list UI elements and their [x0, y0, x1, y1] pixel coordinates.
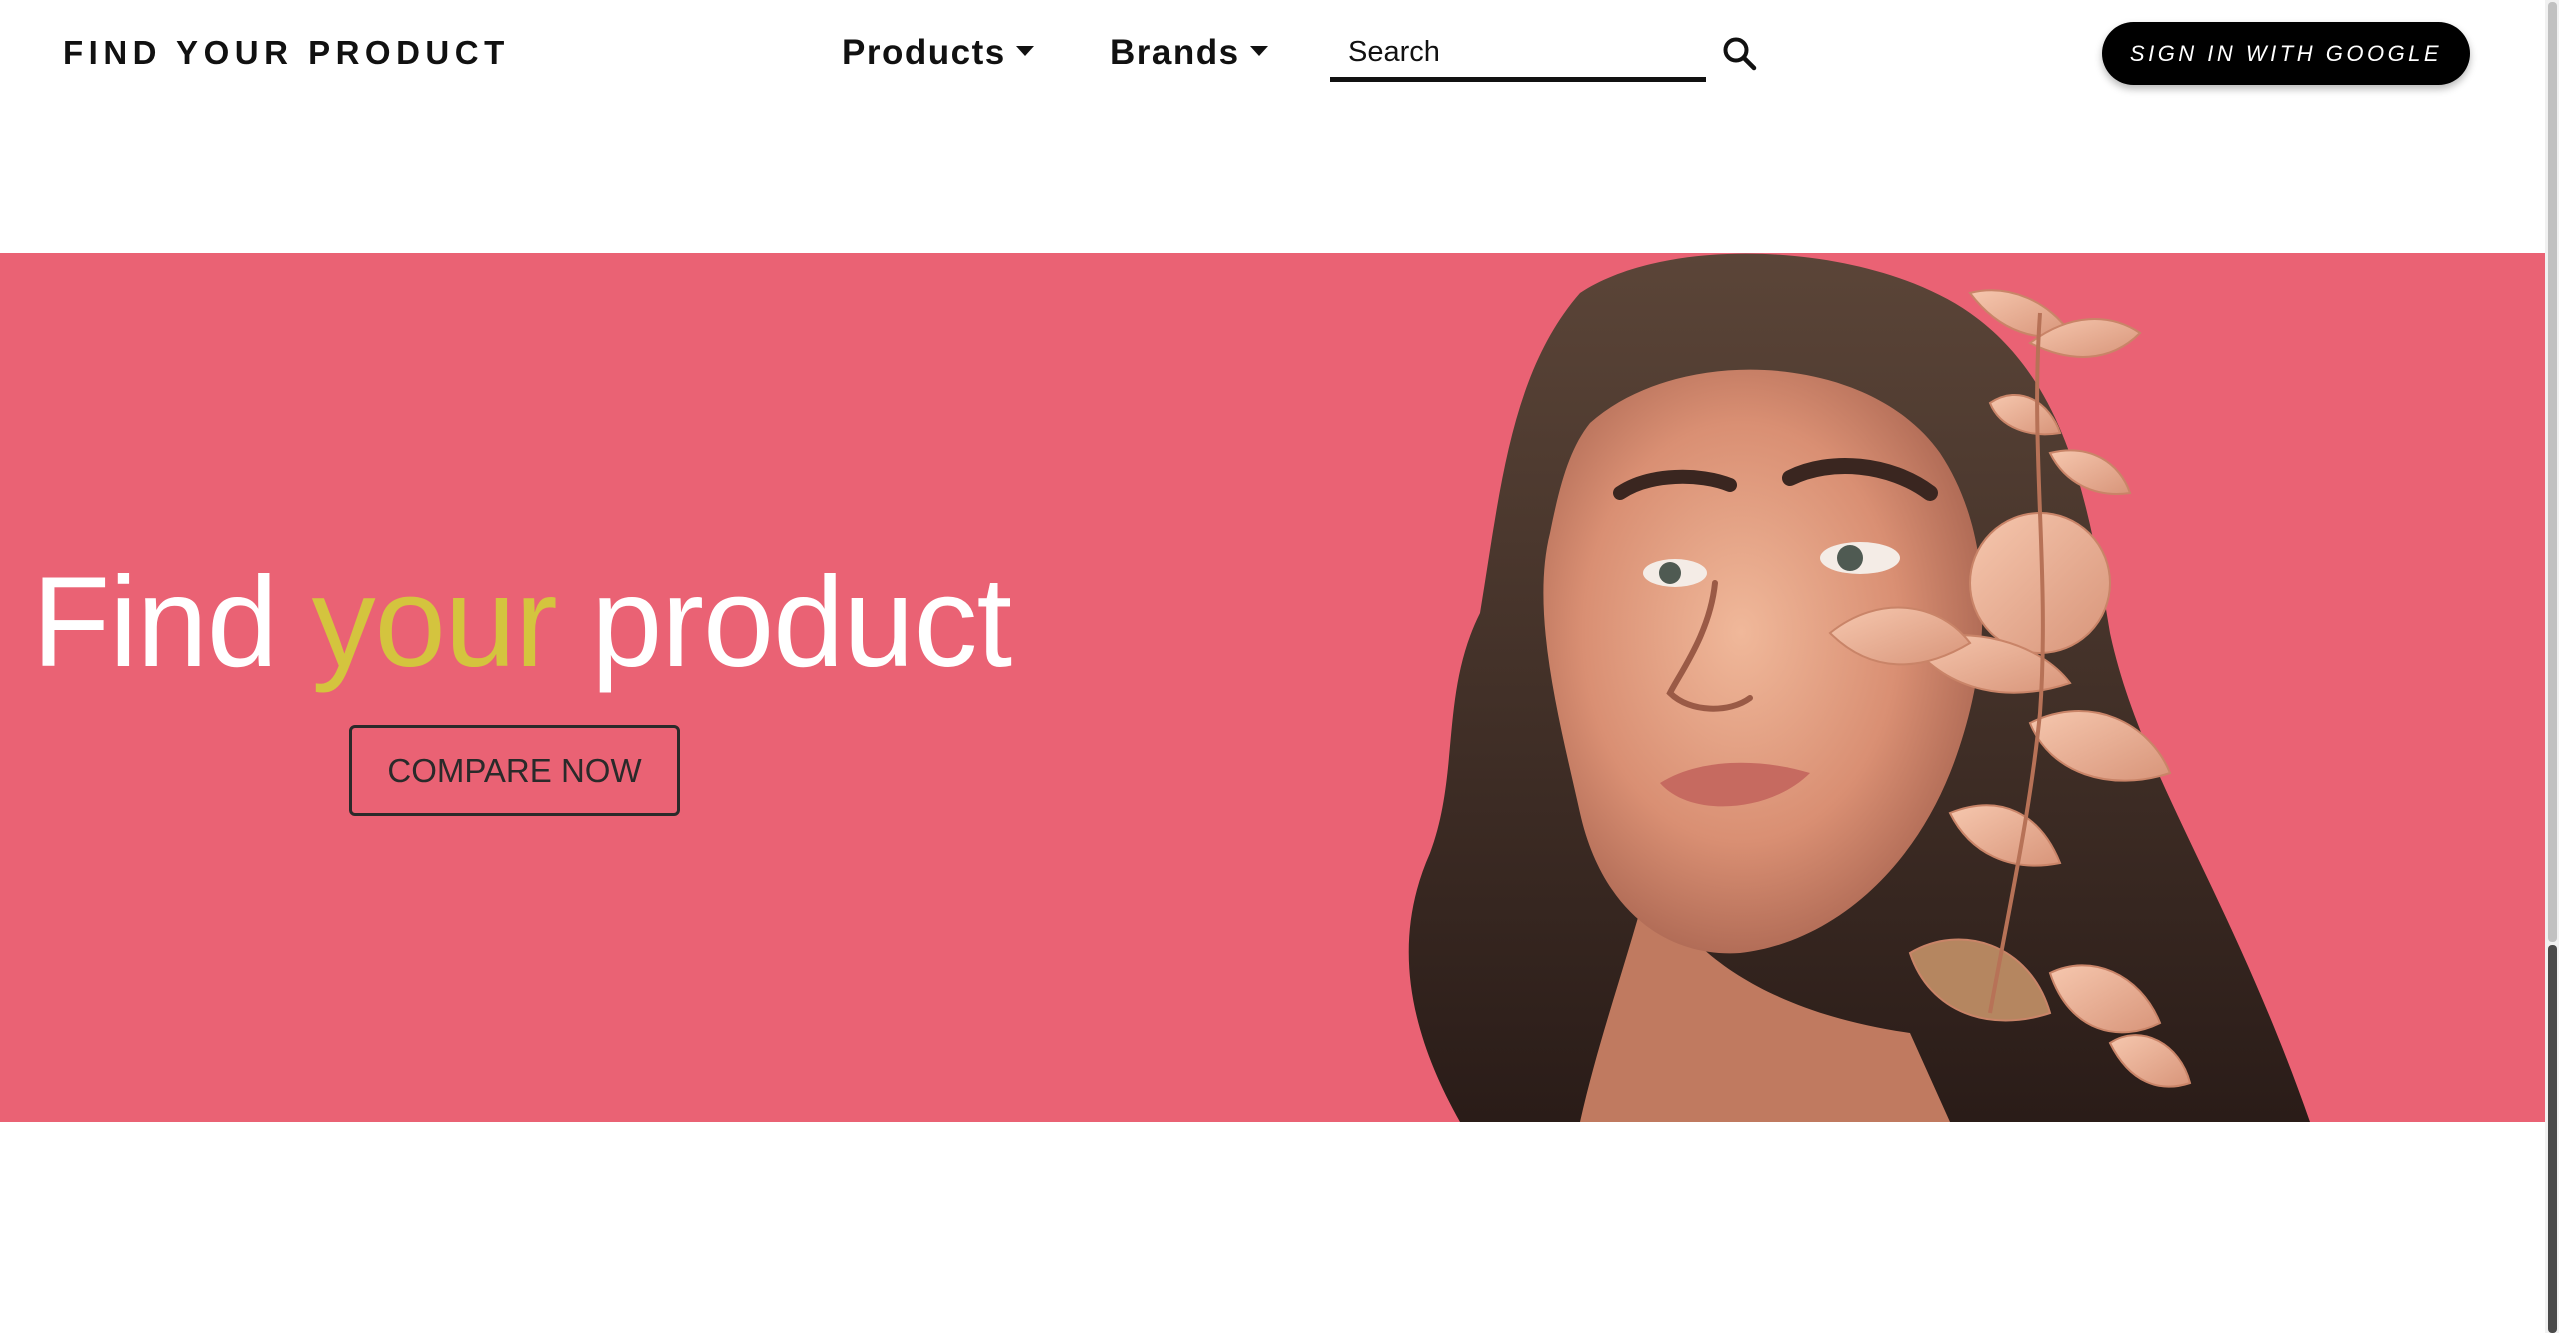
brands-dropdown-label: Brands — [1110, 33, 1240, 72]
hero-title: Find your product — [32, 551, 1012, 694]
scrollbar-thumb-dark — [2548, 945, 2557, 1333]
sign-in-with-google-button[interactable]: SIGN IN WITH GOOGLE — [2102, 22, 2470, 85]
hero-banner: Find your product COMPARE NOW — [0, 253, 2545, 1122]
hero-title-part1: Find — [32, 551, 312, 694]
scrollbar-thumb[interactable] — [2548, 2, 2557, 942]
caret-down-icon — [1015, 45, 1034, 56]
page: FIND YOUR PRODUCT Products Brands SIGN I… — [0, 0, 2559, 1333]
caret-down-icon — [1249, 45, 1268, 56]
search-input[interactable] — [1348, 30, 1688, 74]
compare-now-button[interactable]: COMPARE NOW — [349, 725, 680, 816]
hero-title-accent: your — [311, 551, 558, 694]
search-field — [1330, 26, 1706, 82]
brands-dropdown[interactable]: Brands — [1110, 31, 1268, 75]
brand-logo-text[interactable]: FIND YOUR PRODUCT — [63, 33, 510, 73]
products-dropdown-label: Products — [842, 33, 1006, 72]
hero-title-part2: product — [556, 551, 1012, 694]
hero-portrait-image — [1408, 253, 2310, 1122]
search-icon — [1723, 37, 1757, 71]
products-dropdown[interactable]: Products — [842, 31, 1034, 75]
search-button[interactable] — [1720, 34, 1760, 74]
navbar: FIND YOUR PRODUCT Products Brands SIGN I… — [0, 0, 2545, 110]
